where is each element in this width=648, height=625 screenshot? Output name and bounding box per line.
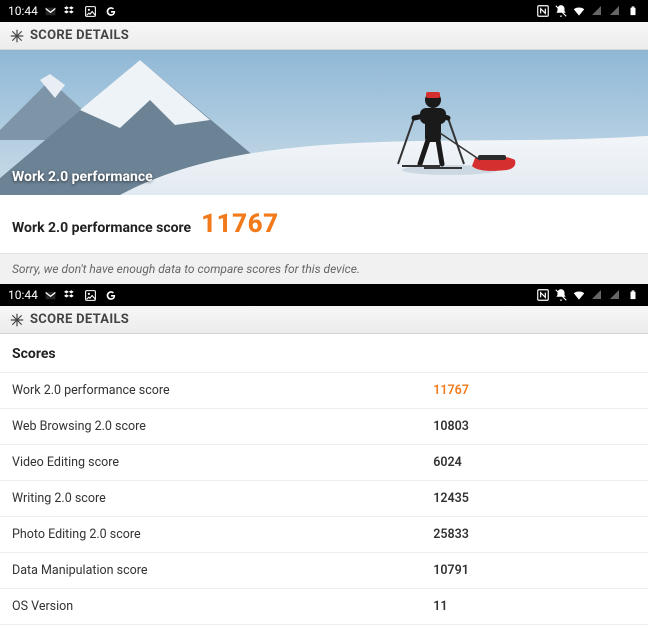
- gallery-icon: [84, 288, 98, 302]
- compare-note: Sorry, we don't have enough data to comp…: [0, 253, 648, 284]
- dropbox-icon: [64, 288, 78, 302]
- primary-score-label: Work 2.0 performance score: [12, 220, 191, 236]
- score-value: 11: [421, 589, 648, 625]
- score-label: Web Browsing 2.0 score: [0, 409, 421, 445]
- status-time: 10:44: [8, 4, 38, 18]
- screenshot-bottom: 10:44 SCORE DETAILS Scores Work 2.0 perf…: [0, 284, 648, 625]
- header-title: SCORE DETAILS: [30, 28, 129, 43]
- snowflake-icon: [10, 313, 24, 327]
- header-bar-2: SCORE DETAILS: [0, 306, 648, 334]
- gmail-icon: [44, 4, 58, 18]
- nfc-icon: [536, 288, 550, 302]
- score-label: Writing 2.0 score: [0, 481, 421, 517]
- dropbox-icon: [64, 4, 78, 18]
- gmail-icon: [44, 288, 58, 302]
- score-value: 25833: [421, 517, 648, 553]
- screenshot-top: 10:44 SCORE DETAILS: [0, 0, 648, 284]
- table-row: Photo Editing 2.0 score25833: [0, 517, 648, 553]
- hero-image: Work 2.0 performance: [0, 50, 648, 195]
- primary-score-value: 11767: [201, 209, 278, 239]
- score-label: Photo Editing 2.0 score: [0, 517, 421, 553]
- score-value: 6024: [421, 445, 648, 481]
- signal-2-icon: [608, 4, 622, 18]
- score-label: Video Editing score: [0, 445, 421, 481]
- status-bar-2: 10:44: [0, 284, 648, 306]
- google-icon: [104, 288, 118, 302]
- header-title: SCORE DETAILS: [30, 312, 129, 327]
- table-row: Web Browsing 2.0 score10803: [0, 409, 648, 445]
- bell-off-icon: [554, 288, 568, 302]
- header-bar: SCORE DETAILS: [0, 22, 648, 50]
- table-row: Work 2.0 performance score11767: [0, 373, 648, 409]
- wifi-icon: [572, 288, 586, 302]
- battery-icon: [626, 4, 640, 18]
- signal-1-icon: [590, 288, 604, 302]
- scores-table: Work 2.0 performance score11767Web Brows…: [0, 373, 648, 625]
- nfc-icon: [536, 4, 550, 18]
- google-icon: [104, 4, 118, 18]
- hero-label: Work 2.0 performance: [12, 169, 153, 185]
- score-label: Work 2.0 performance score: [0, 373, 421, 409]
- score-value: 12435: [421, 481, 648, 517]
- score-value: 11767: [421, 373, 648, 409]
- battery-icon: [626, 288, 640, 302]
- wifi-icon: [572, 4, 586, 18]
- score-value: 10803: [421, 409, 648, 445]
- signal-2-icon: [608, 288, 622, 302]
- status-time: 10:44: [8, 288, 38, 302]
- status-bar: 10:44: [0, 0, 648, 22]
- snowflake-icon: [10, 29, 24, 43]
- bell-off-icon: [554, 4, 568, 18]
- gallery-icon: [84, 4, 98, 18]
- primary-score-row: Work 2.0 performance score 11767: [0, 195, 648, 253]
- signal-1-icon: [590, 4, 604, 18]
- table-row: Video Editing score6024: [0, 445, 648, 481]
- scores-heading: Scores: [0, 334, 648, 373]
- table-row: OS Version11: [0, 589, 648, 625]
- table-row: Writing 2.0 score12435: [0, 481, 648, 517]
- score-label: OS Version: [0, 589, 421, 625]
